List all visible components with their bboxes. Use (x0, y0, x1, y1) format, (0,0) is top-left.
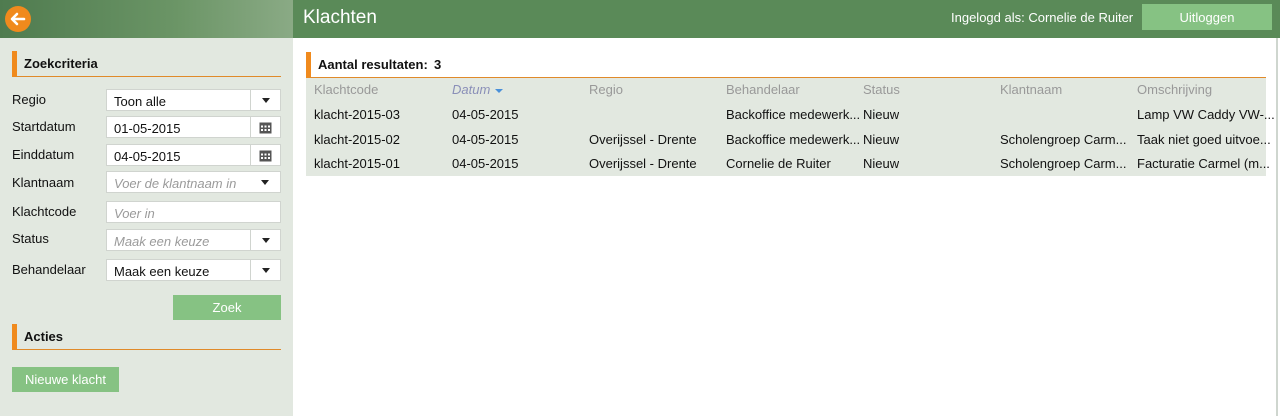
search-criteria-header: Zoekcriteria (12, 51, 281, 77)
cell-datum: 04-05-2015 (452, 107, 519, 122)
chevron-down-icon (261, 179, 269, 185)
results-table: Klachtcode Datum Regio Behandelaar Statu… (306, 78, 1275, 176)
column-header-behandelaar[interactable]: Behandelaar (726, 82, 800, 97)
einddatum-value: 04-05-2015 (114, 149, 181, 164)
column-header-omschrijving[interactable]: Omschrijving (1137, 82, 1212, 97)
cell-behandelaar: Backoffice medewerk... (726, 107, 861, 122)
startdatum-input[interactable]: 01-05-2015 (106, 116, 281, 138)
column-header-status[interactable]: Status (863, 82, 900, 97)
back-button[interactable] (5, 6, 31, 32)
cell-klantnaam: Scholengroep Carm... (1000, 156, 1127, 171)
behandelaar-label: Behandelaar (12, 262, 86, 277)
top-bar: Klachten Ingelogd als: Cornelie de Ruite… (293, 0, 1280, 38)
calendar-icon (259, 150, 272, 161)
column-header-klantnaam[interactable]: Klantnaam (1000, 82, 1062, 97)
regio-value: Toon alle (114, 94, 167, 109)
sort-down-icon (495, 88, 504, 93)
startdatum-value: 01-05-2015 (114, 121, 181, 136)
klantnaam-label: Klantnaam (12, 175, 75, 190)
status-label: Status (12, 231, 49, 246)
behandelaar-value: Maak een keuze (114, 264, 210, 279)
column-header-klachtcode[interactable]: Klachtcode (314, 82, 378, 97)
einddatum-calendar-button[interactable] (250, 145, 280, 165)
login-label: Ingelogd als: (951, 10, 1025, 25)
cell-datum: 04-05-2015 (452, 132, 519, 147)
einddatum-input[interactable]: 04-05-2015 (106, 144, 281, 166)
sidebar-header-bar (0, 0, 293, 38)
cell-regio: Overijssel - Drente (589, 156, 697, 171)
cell-klachtcode: klacht-2015-01 (314, 156, 400, 171)
search-button[interactable]: Zoek (173, 295, 281, 320)
behandelaar-dropdown-toggle[interactable] (250, 260, 280, 280)
cell-omschrijving: Lamp VW Caddy VW-... (1137, 107, 1275, 122)
startdatum-calendar-button[interactable] (250, 117, 280, 137)
cell-behandelaar: Backoffice medewerk... (726, 132, 861, 147)
login-user: Cornelie de Ruiter (1028, 10, 1134, 25)
login-info: Ingelogd als: Cornelie de Ruiter (951, 10, 1133, 25)
results-count: 3 (434, 57, 442, 72)
table-row[interactable]: klacht-2015-02 04-05-2015 Overijssel - D… (306, 128, 1271, 152)
chevron-down-icon (261, 267, 270, 273)
behandelaar-select[interactable]: Maak een keuze (106, 259, 281, 281)
cell-omschrijving: Facturatie Carmel (m... (1137, 156, 1270, 171)
cell-status: Nieuw (863, 132, 900, 147)
cell-status: Nieuw (863, 156, 900, 171)
results-header: Aantal resultaten: 3 (306, 52, 1266, 78)
table-row[interactable]: klacht-2015-01 04-05-2015 Overijssel - D… (306, 152, 1270, 176)
status-dropdown-toggle[interactable] (250, 230, 280, 250)
klantnaam-dropdown-toggle[interactable] (250, 172, 280, 192)
klantnaam-placeholder: Voer de klantnaam in (114, 176, 237, 191)
column-header-regio[interactable]: Regio (589, 82, 623, 97)
cell-klachtcode: klacht-2015-02 (314, 132, 400, 147)
column-header-datum[interactable]: Datum (452, 82, 504, 97)
startdatum-label: Startdatum (12, 119, 76, 134)
cell-klantnaam: Scholengroep Carm... (1000, 132, 1127, 147)
chevron-down-icon (261, 97, 270, 103)
column-header-datum-label: Datum (452, 82, 491, 97)
klachtcode-input[interactable]: Voer in (106, 201, 281, 223)
results-count-label: Aantal resultaten: (318, 57, 428, 72)
regio-label: Regio (12, 92, 46, 107)
cell-datum: 04-05-2015 (452, 156, 519, 171)
einddatum-label: Einddatum (12, 147, 75, 162)
cell-klachtcode: klacht-2015-03 (314, 107, 400, 122)
search-criteria-title: Zoekcriteria (24, 56, 98, 71)
klachtcode-placeholder: Voer in (114, 206, 155, 221)
table-row[interactable]: klacht-2015-03 04-05-2015 Backoffice med… (306, 103, 1275, 127)
actions-header: Acties (12, 324, 281, 350)
klantnaam-combobox[interactable]: Voer de klantnaam in (106, 171, 281, 193)
sidebar: Zoekcriteria Regio Toon alle Startdatum … (0, 0, 293, 416)
chevron-down-icon (261, 237, 270, 243)
arrow-left-icon (10, 12, 26, 26)
cell-behandelaar: Cornelie de Ruiter (726, 156, 831, 171)
regio-select[interactable]: Toon alle (106, 89, 281, 111)
logout-button[interactable]: Uitloggen (1142, 4, 1272, 30)
klachtcode-label: Klachtcode (12, 204, 77, 219)
status-placeholder: Maak een keuze (114, 234, 210, 249)
calendar-icon (259, 122, 272, 133)
regio-dropdown-toggle[interactable] (250, 90, 280, 110)
page-title: Klachten (303, 7, 377, 28)
cell-regio: Overijssel - Drente (589, 132, 697, 147)
actions-title: Acties (24, 329, 64, 344)
cell-status: Nieuw (863, 107, 900, 122)
cell-omschrijving: Taak niet goed uitvoe... (1137, 132, 1271, 147)
status-select[interactable]: Maak een keuze (106, 229, 281, 251)
new-complaint-button[interactable]: Nieuwe klacht (12, 367, 119, 392)
table-header-row: Klachtcode Datum Regio Behandelaar Statu… (306, 78, 1266, 102)
